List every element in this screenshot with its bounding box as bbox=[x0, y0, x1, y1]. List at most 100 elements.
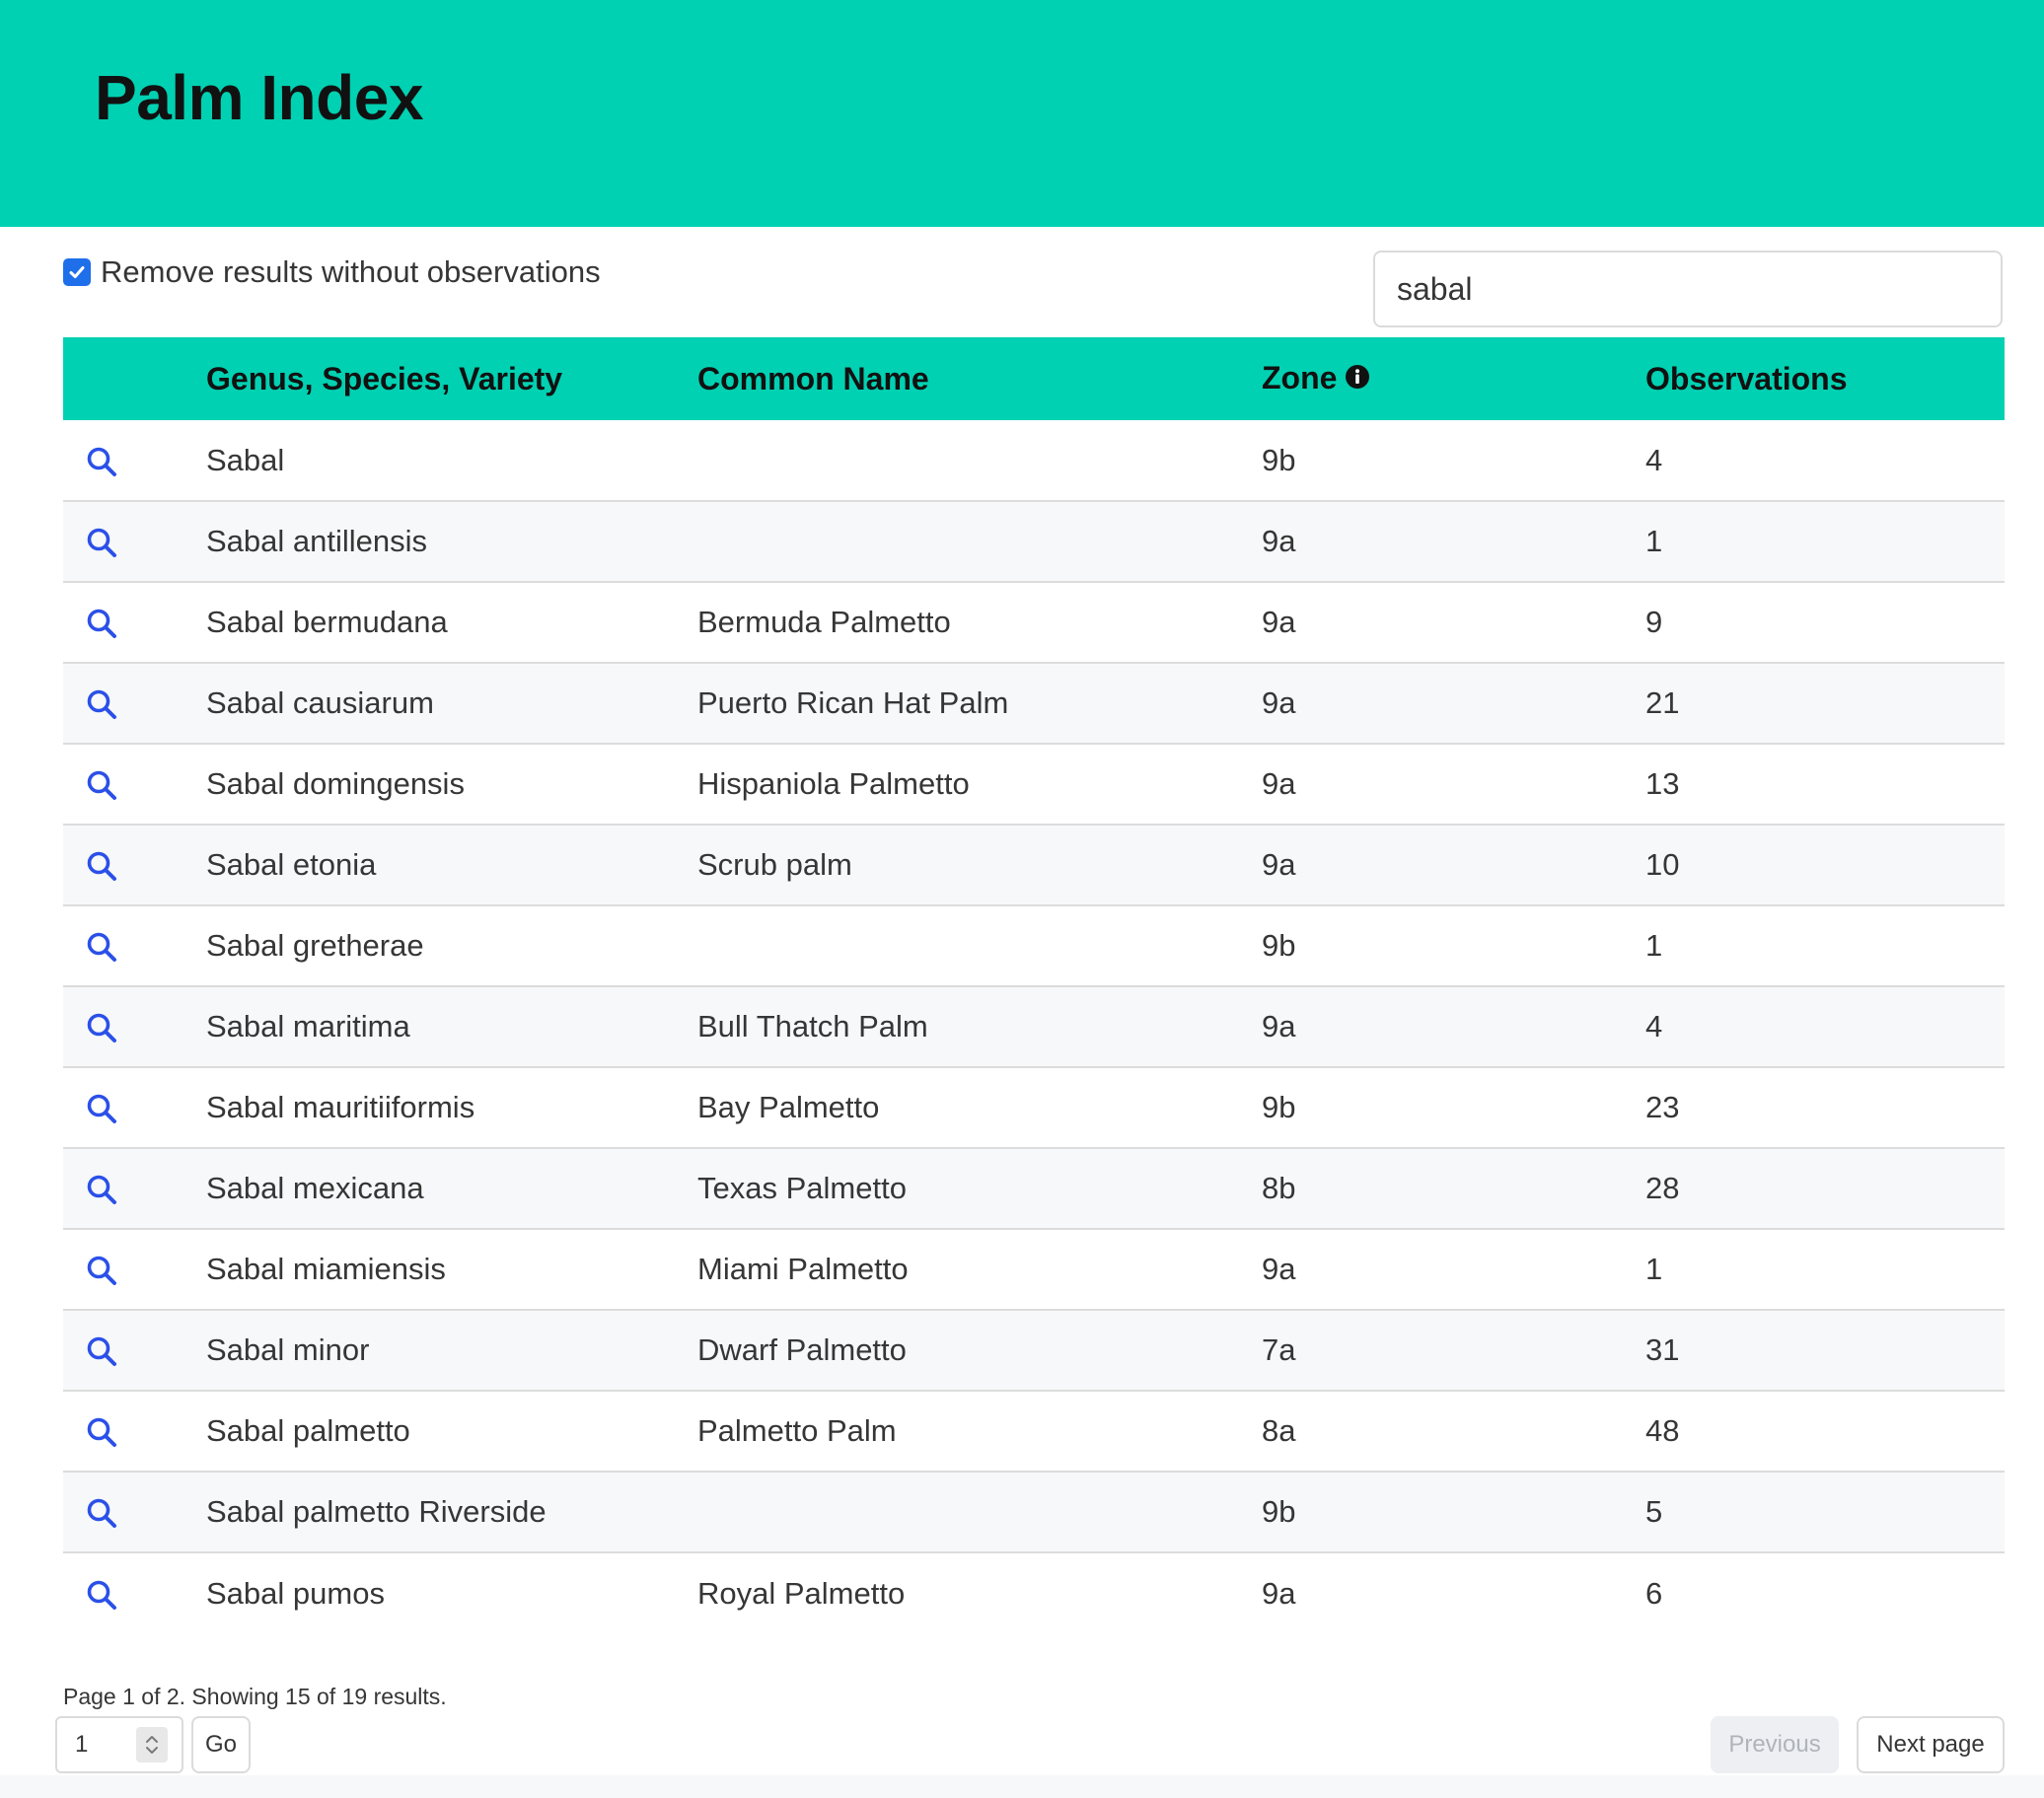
genus-cell: Sabal bbox=[206, 442, 285, 477]
page-number-value[interactable]: 1 bbox=[75, 1731, 136, 1759]
palm-table: Genus, Species, Variety Common Name Zone… bbox=[63, 337, 2005, 1633]
search-icon[interactable] bbox=[85, 1415, 118, 1449]
genus-cell: Sabal palmetto Riverside bbox=[206, 1494, 547, 1529]
table-row: Sabal palmetto Palmetto Palm 8a 48 bbox=[63, 1391, 2005, 1472]
zone-cell: 9a bbox=[1262, 1575, 1296, 1611]
observations-cell: 1 bbox=[1645, 1252, 1663, 1286]
common-name-cell: Bay Palmetto bbox=[697, 1090, 880, 1124]
common-name-cell bbox=[697, 905, 1262, 986]
row-action-cell bbox=[63, 1472, 206, 1552]
search-icon[interactable] bbox=[85, 1173, 118, 1206]
genus-cell: Sabal causiarum bbox=[206, 685, 434, 720]
observation-filter: Remove results without observations bbox=[63, 254, 601, 290]
zone-cell: 9a bbox=[1262, 1252, 1296, 1286]
observations-cell: 28 bbox=[1645, 1171, 1680, 1205]
header-zone[interactable]: Zone bbox=[1262, 337, 1645, 420]
genus-cell: Sabal maritima bbox=[206, 1009, 410, 1043]
search-icon[interactable] bbox=[85, 849, 118, 883]
search-icon[interactable] bbox=[85, 1254, 118, 1287]
common-name-cell: Miami Palmetto bbox=[697, 1252, 909, 1286]
table-row: Sabal miamiensis Miami Palmetto 9a 1 bbox=[63, 1229, 2005, 1310]
search-icon[interactable] bbox=[85, 687, 118, 721]
table-row: Sabal domingensis Hispaniola Palmetto 9a 13 bbox=[63, 744, 2005, 825]
zone-cell: 7a bbox=[1262, 1332, 1296, 1367]
search-icon[interactable] bbox=[85, 1496, 118, 1530]
checkmark-icon bbox=[69, 266, 85, 278]
search-icon[interactable] bbox=[85, 607, 118, 640]
observations-cell: 13 bbox=[1645, 766, 1680, 801]
observations-cell: 9 bbox=[1645, 605, 1663, 639]
table-body: Sabal 9b 4 Sabal antillensis 9a 1 Sabal bermud… bbox=[63, 420, 2005, 1633]
header-zone-label: Zone bbox=[1262, 360, 1338, 396]
search-icon[interactable] bbox=[85, 445, 118, 478]
zone-cell: 9b bbox=[1262, 1494, 1296, 1529]
search-icon[interactable] bbox=[85, 768, 118, 802]
zone-cell: 9b bbox=[1262, 1090, 1296, 1124]
page-number-input[interactable]: 1 bbox=[55, 1716, 183, 1773]
next-page-button[interactable]: Next page bbox=[1857, 1716, 2005, 1773]
zone-cell: 9a bbox=[1262, 685, 1296, 720]
previous-button: Previous bbox=[1711, 1716, 1839, 1773]
header-genus[interactable]: Genus, Species, Variety bbox=[206, 337, 697, 420]
remove-empty-checkbox[interactable] bbox=[63, 258, 91, 286]
genus-cell: Sabal etonia bbox=[206, 847, 377, 882]
table-row: Sabal mexicana Texas Palmetto 8b 28 bbox=[63, 1148, 2005, 1229]
zone-cell: 8b bbox=[1262, 1171, 1296, 1205]
table-row: Sabal gretherae 9b 1 bbox=[63, 905, 2005, 986]
genus-cell: Sabal miamiensis bbox=[206, 1252, 446, 1286]
zone-cell: 9a bbox=[1262, 524, 1296, 558]
genus-cell: Sabal mexicana bbox=[206, 1171, 424, 1205]
row-action-cell bbox=[63, 905, 206, 986]
checkbox-label[interactable]: Remove results without observations bbox=[101, 254, 601, 290]
info-icon[interactable] bbox=[1345, 361, 1370, 397]
table-row: Sabal pumos Royal Palmetto 9a 6 bbox=[63, 1552, 2005, 1633]
go-button[interactable]: Go bbox=[191, 1716, 251, 1773]
observations-cell: 4 bbox=[1645, 442, 1663, 477]
common-name-cell: Dwarf Palmetto bbox=[697, 1332, 907, 1367]
search-icon[interactable] bbox=[85, 1092, 118, 1125]
search-icon[interactable] bbox=[85, 526, 118, 559]
zone-cell: 9b bbox=[1262, 442, 1296, 477]
table-header-row: Genus, Species, Variety Common Name Zone… bbox=[63, 337, 2005, 420]
search-input[interactable] bbox=[1373, 251, 2003, 327]
search-icon[interactable] bbox=[85, 1334, 118, 1368]
genus-cell: Sabal antillensis bbox=[206, 524, 428, 558]
common-name-cell: Texas Palmetto bbox=[697, 1171, 907, 1205]
table-row: Sabal minor Dwarf Palmetto 7a 31 bbox=[63, 1310, 2005, 1391]
search-icon[interactable] bbox=[85, 1011, 118, 1044]
observations-cell: 31 bbox=[1645, 1332, 1680, 1367]
observations-cell: 23 bbox=[1645, 1090, 1680, 1124]
common-name-cell bbox=[697, 1472, 1262, 1552]
row-action-cell bbox=[63, 744, 206, 825]
search-icon[interactable] bbox=[85, 930, 118, 964]
page-title: Palm Index bbox=[95, 62, 423, 133]
genus-cell: Sabal minor bbox=[206, 1332, 370, 1367]
common-name-cell bbox=[697, 420, 1262, 501]
page-stepper[interactable] bbox=[136, 1727, 168, 1762]
search-icon[interactable] bbox=[85, 1578, 118, 1612]
observations-cell: 6 bbox=[1645, 1575, 1663, 1611]
common-name-cell bbox=[697, 501, 1262, 582]
row-action-cell bbox=[63, 420, 206, 501]
row-action-cell bbox=[63, 1148, 206, 1229]
table-row: Sabal etonia Scrub palm 9a 10 bbox=[63, 825, 2005, 905]
table-row: Sabal causiarum Puerto Rican Hat Palm 9a 21 bbox=[63, 663, 2005, 744]
chevron-updown-icon bbox=[146, 1736, 158, 1754]
common-name-cell: Scrub palm bbox=[697, 847, 852, 882]
common-name-cell: Bermuda Palmetto bbox=[697, 605, 951, 639]
table-row: Sabal mauritiiformis Bay Palmetto 9b 23 bbox=[63, 1067, 2005, 1148]
common-name-cell: Royal Palmetto bbox=[697, 1575, 906, 1611]
table-row: Sabal 9b 4 bbox=[63, 420, 2005, 501]
row-action-cell bbox=[63, 501, 206, 582]
genus-cell: Sabal gretherae bbox=[206, 928, 424, 963]
zone-cell: 9a bbox=[1262, 1009, 1296, 1043]
observations-cell: 1 bbox=[1645, 928, 1663, 963]
header-observations[interactable]: Observations bbox=[1645, 337, 2005, 420]
zone-cell: 9a bbox=[1262, 766, 1296, 801]
common-name-cell: Palmetto Palm bbox=[697, 1413, 897, 1448]
header-common-name[interactable]: Common Name bbox=[697, 337, 1262, 420]
observations-cell: 4 bbox=[1645, 1009, 1663, 1043]
row-action-cell bbox=[63, 986, 206, 1067]
observations-cell: 48 bbox=[1645, 1413, 1680, 1448]
common-name-cell: Hispaniola Palmetto bbox=[697, 766, 970, 801]
